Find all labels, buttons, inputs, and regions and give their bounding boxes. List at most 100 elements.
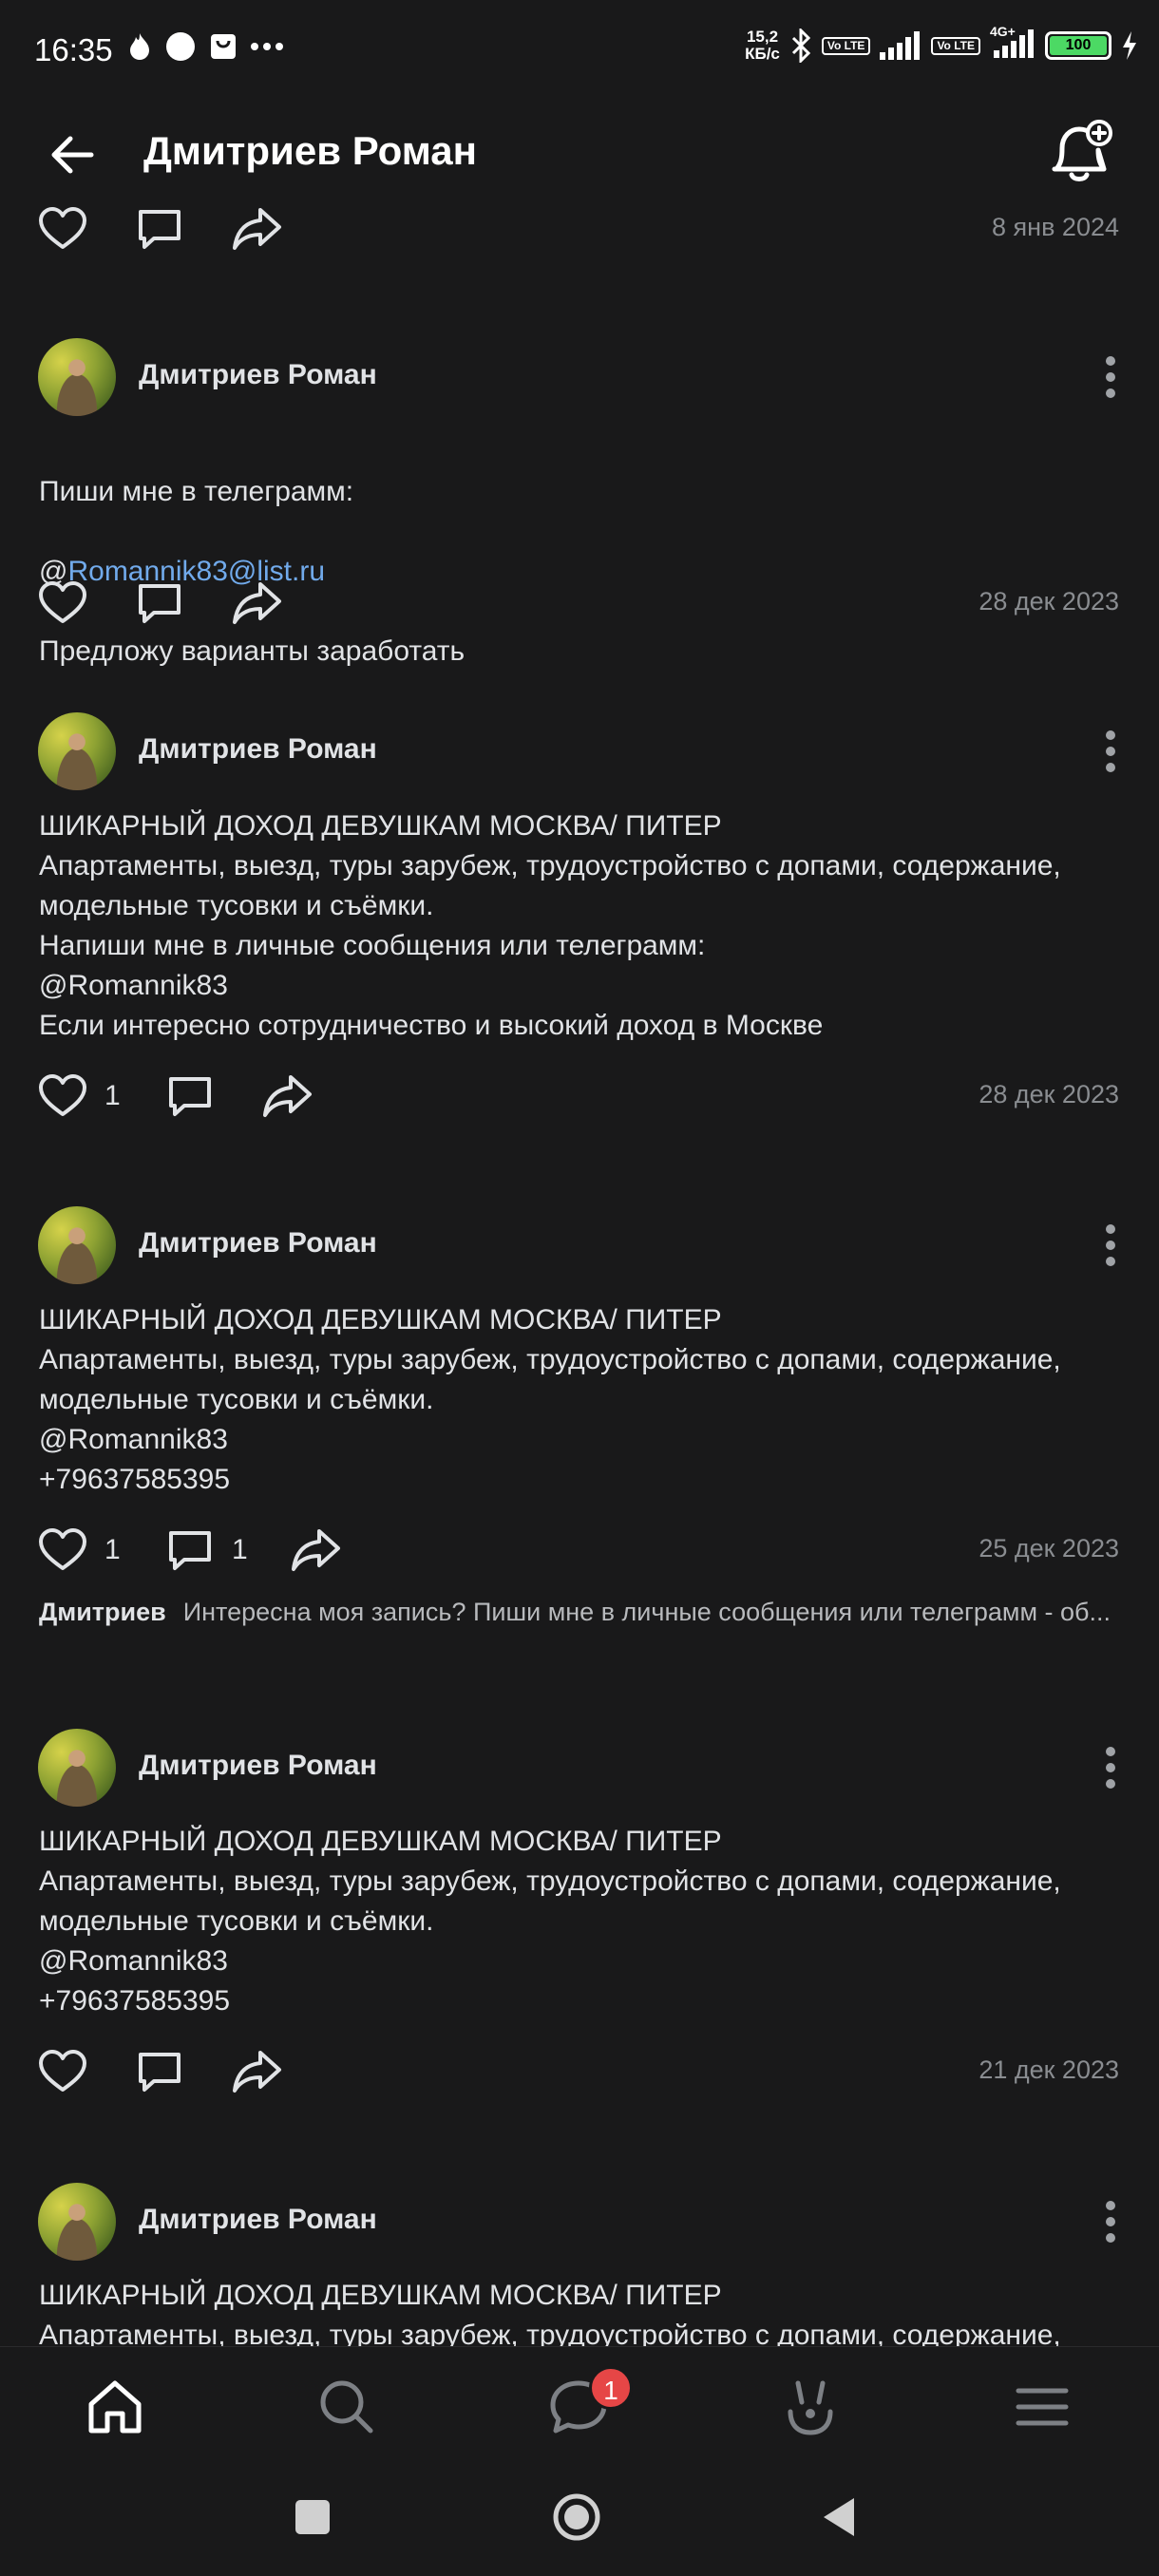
share-button[interactable] [230, 196, 283, 262]
status-notification-icons [127, 31, 283, 62]
post-text: ШИКАРНЫЙ ДОХОД ДЕВУШКАМ МОСКВА/ ПИТЕР Ап… [39, 810, 1061, 1041]
share-button[interactable] [260, 1063, 314, 1129]
status-system-icons: 15,2 КБ/с Vo LTE Vo LTE 4G+ 100 [745, 24, 1138, 63]
post-actions: 1 28 дек 2023 [0, 1063, 1159, 1129]
bottom-tab-bar: 1 [0, 2346, 1159, 2460]
post-date: 28 дек 2023 [978, 1080, 1119, 1108]
more-vertical-icon[interactable] [1104, 1746, 1117, 1790]
post-author[interactable]: Дмитриев Роман [139, 733, 377, 766]
messages-badge: 1 [589, 2366, 633, 2410]
more-vertical-icon[interactable] [1104, 1223, 1117, 1267]
recent-apps-icon[interactable] [284, 2489, 341, 2546]
post-actions: 8 янв 2024 [0, 196, 1159, 262]
network-type: 4G+ [990, 23, 1016, 39]
post-text: ШИКАРНЫЙ ДОХОД ДЕВУШКАМ МОСКВА/ ПИТЕР Ап… [39, 1304, 1061, 1495]
post-date: 25 дек 2023 [978, 1534, 1119, 1563]
like-button[interactable]: 1 [36, 1063, 121, 1129]
comment-author: Дмитриев [39, 1598, 166, 1626]
clips-icon[interactable] [777, 2374, 844, 2440]
post-header: Дмитриев Роман [0, 1729, 1159, 1809]
shopping-bag-icon [211, 34, 236, 59]
post-author[interactable]: Дмитриев Роман [139, 1227, 377, 1260]
avatar[interactable] [38, 338, 116, 416]
comment-icon [139, 584, 180, 623]
bell-plus-icon[interactable] [1045, 116, 1117, 188]
heart-icon [39, 1074, 86, 1116]
page-title: Дмитриев Роман [143, 128, 478, 173]
post-date: 28 дек 2023 [978, 587, 1119, 616]
status-time: 16:35 [34, 32, 113, 67]
bluetooth-icon [791, 28, 810, 63]
avatar[interactable] [38, 1729, 116, 1807]
post-date: 21 дек 2023 [978, 2055, 1119, 2084]
post-actions: 1 1 25 дек 2023 [0, 1517, 1159, 1583]
battery-indicator: 100 [1045, 31, 1112, 60]
volte-badge-2: Vo LTE [931, 36, 980, 55]
share-button[interactable] [230, 2038, 283, 2105]
system-navigation-bar [0, 2460, 1159, 2576]
post-author[interactable]: Дмитриев Роман [139, 1750, 377, 1782]
network-speed: 15,2 КБ/с [745, 28, 780, 63]
comment-icon [169, 1531, 211, 1570]
share-icon [292, 1529, 340, 1571]
circle-icon [166, 32, 195, 61]
more-dots-icon [251, 43, 283, 50]
more-vertical-icon[interactable] [1104, 2200, 1117, 2244]
avatar[interactable] [38, 1206, 116, 1284]
heart-icon [39, 207, 86, 249]
home-icon[interactable] [82, 2374, 148, 2440]
comment-button[interactable] [133, 570, 186, 636]
post-author[interactable]: Дмитриев Роман [139, 359, 377, 391]
share-button[interactable] [230, 570, 283, 636]
share-button[interactable] [289, 1517, 342, 1583]
signal-4g: 4G+ [990, 24, 1036, 63]
home-button-icon[interactable] [548, 2489, 605, 2546]
like-button[interactable] [36, 570, 89, 636]
arrow-left-icon[interactable] [42, 123, 104, 186]
heart-icon [39, 581, 86, 623]
comment-icon [169, 1077, 211, 1116]
battery-level: 100 [1050, 36, 1107, 55]
menu-icon[interactable] [1009, 2374, 1075, 2440]
share-icon [233, 208, 281, 250]
avatar[interactable] [38, 712, 116, 790]
post-text: ШИКАРНЫЙ ДОХОД ДЕВУШКАМ МОСКВА/ ПИТЕР Ап… [39, 2280, 1061, 2346]
post-header: Дмитриев Роман [0, 1206, 1159, 1286]
comment-preview[interactable]: Дмитриев Интересна моя запись? Пиши мне в… [39, 1598, 1122, 1627]
like-button[interactable]: 1 [36, 1517, 121, 1583]
comment-count: 1 [232, 1534, 248, 1565]
back-button-icon[interactable] [812, 2489, 869, 2546]
speed-unit: КБ/с [745, 45, 780, 63]
comment-text: Интересна моя запись? Пиши мне в личные … [182, 1598, 1111, 1626]
share-icon [263, 1075, 312, 1117]
avatar[interactable] [38, 2183, 116, 2261]
post-author[interactable]: Дмитриев Роман [139, 2204, 377, 2236]
like-button[interactable] [36, 2038, 89, 2105]
status-bar: 16:35 15,2 КБ/с Vo LTE Vo LTE 4G+ 100 [0, 0, 1159, 104]
post-header: Дмитриев Роман [0, 338, 1159, 418]
app-header: Дмитриев Роман [0, 104, 1159, 209]
share-icon [233, 2051, 281, 2093]
post-header: Дмитриев Роман [0, 712, 1159, 792]
more-vertical-icon[interactable] [1104, 729, 1117, 773]
post-header: Дмитриев Роман [0, 2183, 1159, 2263]
comment-icon [139, 210, 180, 249]
comment-icon [139, 2053, 180, 2092]
post-line: Предложу варианты заработать [39, 635, 466, 667]
comment-button[interactable] [163, 1063, 217, 1129]
comment-button[interactable]: 1 [163, 1517, 248, 1583]
volte-badge-1: Vo LTE [821, 36, 871, 55]
post-date: 8 янв 2024 [992, 213, 1119, 241]
like-count: 1 [104, 1080, 121, 1111]
post-text: ШИКАРНЫЙ ДОХОД ДЕВУШКАМ МОСКВА/ ПИТЕР Ап… [39, 1826, 1061, 2017]
comment-button[interactable] [133, 2038, 186, 2105]
post-line: Пиши мне в телеграмм: [39, 476, 354, 507]
heart-icon [39, 2050, 86, 2092]
search-icon[interactable] [314, 2374, 380, 2440]
more-vertical-icon[interactable] [1104, 355, 1117, 399]
post-actions: 21 дек 2023 [0, 2038, 1159, 2105]
like-button[interactable] [36, 196, 89, 262]
heart-icon [39, 1528, 86, 1570]
comment-button[interactable] [133, 196, 186, 262]
signal-icon-1 [880, 31, 921, 60]
